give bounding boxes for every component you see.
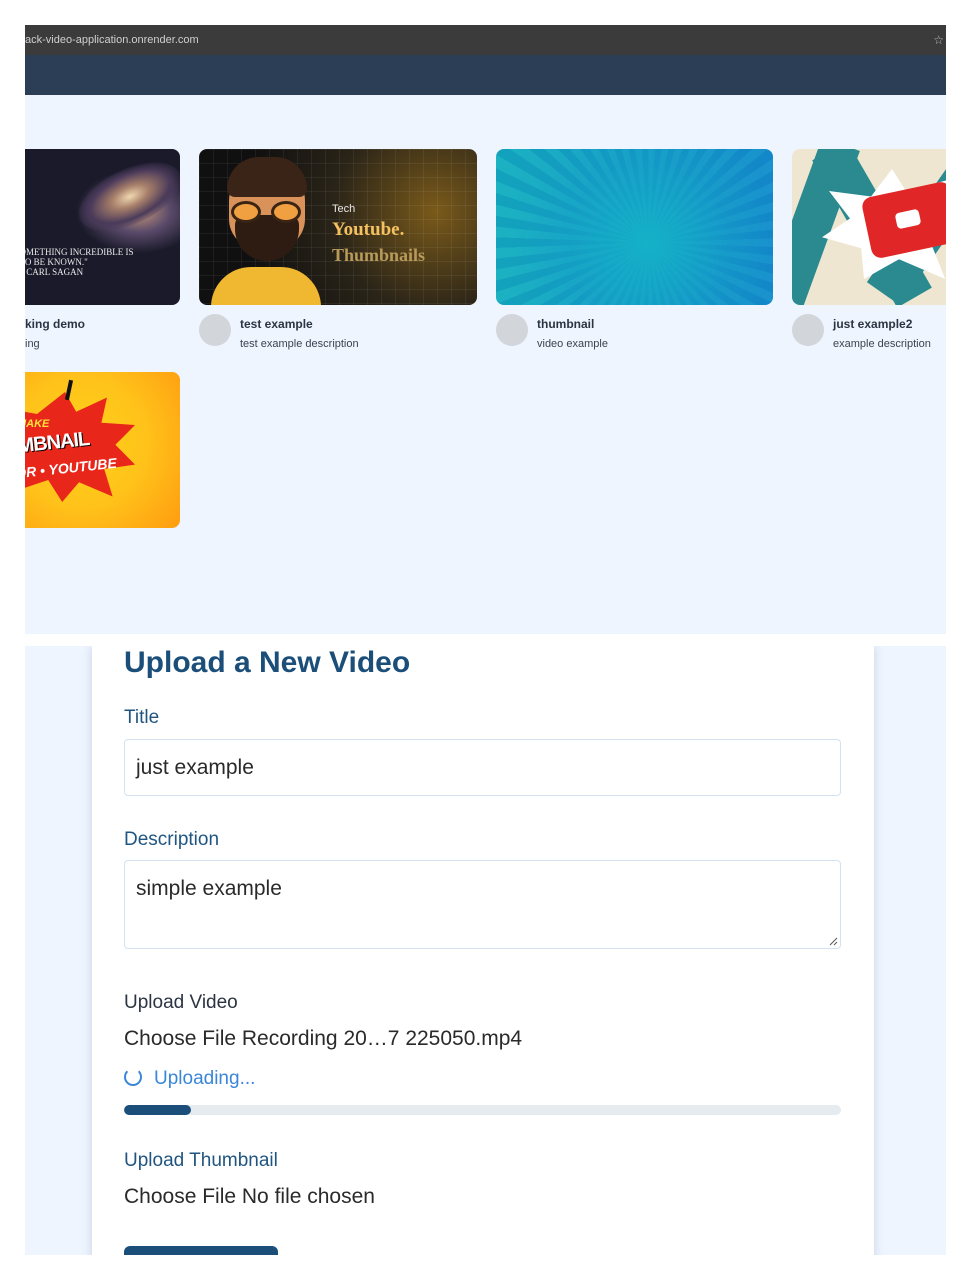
upload-screen: Upload a New Video Title just example De… [25, 646, 946, 1255]
address-url[interactable]: ack-video-application.onrender.com [25, 25, 199, 55]
video-thumbnail[interactable] [792, 149, 946, 305]
video-title[interactable]: thumbnail [537, 317, 594, 331]
upload-status-text: Uploading... [154, 1068, 256, 1089]
thumbnail-text: Tech [332, 203, 356, 215]
video-thumbnail[interactable]: OMETHING INCREDIBLE IS TO BE KNOWN." CAR… [25, 149, 180, 305]
description-textarea[interactable]: simple example [124, 860, 841, 949]
browser-address-bar[interactable]: ack-video-application.onrender.com ☆ [25, 25, 946, 55]
thumbnail-text: MAKE [25, 418, 50, 430]
video-description: ing [25, 338, 40, 350]
spinner-icon [124, 1068, 142, 1086]
resize-handle-icon[interactable] [828, 936, 838, 946]
video-description: example description [833, 338, 931, 350]
video-title[interactable]: king demo [25, 317, 85, 331]
channel-avatar[interactable] [792, 314, 824, 346]
galaxy-image [68, 149, 180, 245]
thumbnail-file-input[interactable]: Choose File No file chosen [124, 1185, 375, 1209]
video-title[interactable]: test example [240, 317, 313, 331]
video-thumbnail[interactable] [496, 149, 773, 305]
app-navbar [25, 55, 946, 95]
upload-status: Uploading... [124, 1068, 255, 1090]
thumbnail-caption: OMETHING INCREDIBLE IS TO BE KNOWN." CAR… [25, 247, 134, 277]
video-file-input[interactable]: Choose File Recording 20…7 225050.mp4 [124, 1027, 522, 1051]
glasses-icon [231, 201, 303, 223]
thumbnail-text: Thumbnails [332, 245, 426, 265]
upload-form: Upload a New Video Title just example De… [92, 646, 874, 1255]
video-gallery-screen: ack-video-application.onrender.com ☆ OME… [25, 25, 946, 634]
title-input[interactable]: just example [124, 739, 841, 796]
video-thumbnail[interactable]: Tech Youtube. Thumbnails [199, 149, 477, 305]
description-label: Description [124, 829, 220, 850]
upload-button[interactable] [124, 1246, 278, 1255]
title-label: Title [124, 707, 160, 728]
video-description: test example description [240, 338, 359, 350]
channel-avatar[interactable] [496, 314, 528, 346]
video-title[interactable]: just example2 [833, 317, 912, 331]
upload-progress-bar [124, 1105, 841, 1115]
upload-video-label: Upload Video [124, 992, 238, 1013]
upload-thumbnail-label: Upload Thumbnail [124, 1150, 278, 1171]
form-heading: Upload a New Video [124, 646, 411, 679]
upload-progress-fill [124, 1105, 192, 1115]
video-description: video example [537, 338, 608, 350]
channel-avatar[interactable] [199, 314, 231, 346]
thumbnail-text: Youtube. [332, 219, 405, 240]
star-icon[interactable]: ☆ [933, 25, 944, 55]
video-thumbnail[interactable]: MAKE IMBNAIL OR • YOUTUBE [25, 372, 180, 528]
description-value: simple example [136, 877, 282, 900]
